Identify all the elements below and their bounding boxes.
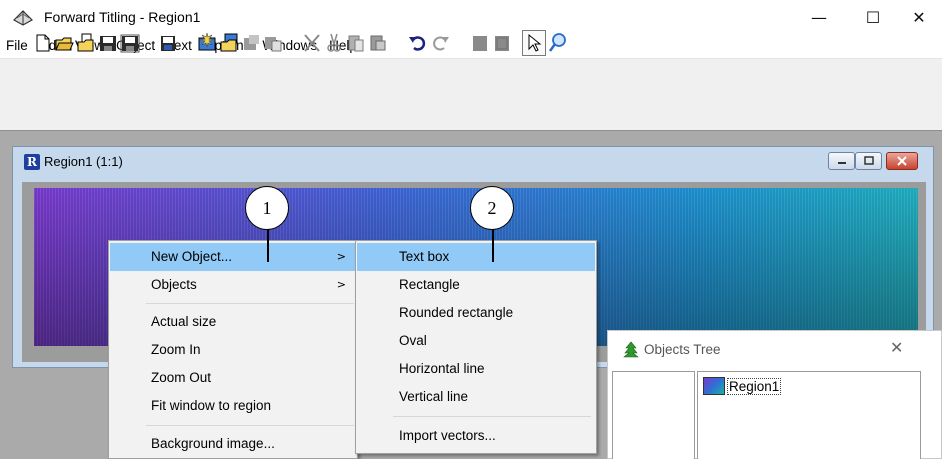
region-icon: R <box>24 154 40 170</box>
window-title: Forward Titling - Region1 <box>44 9 201 25</box>
menu-item-label: Oval <box>399 333 427 348</box>
menu-item-text-box[interactable]: Text box <box>357 243 595 271</box>
menu-item-import-vectors[interactable]: Import vectors... <box>357 422 595 450</box>
region-window-title: Region1 (1:1) <box>44 154 123 169</box>
menu-item-rectangle[interactable]: Rectangle <box>357 271 595 299</box>
menu-item-fit-window[interactable]: Fit window to region <box>110 392 356 420</box>
menu-item-vertical-line[interactable]: Vertical line <box>357 383 595 411</box>
undo-icon[interactable] <box>408 32 428 54</box>
menu-separator <box>146 425 354 426</box>
open-template-icon[interactable] <box>76 32 96 54</box>
menu-item-actual-size[interactable]: Actual size <box>110 308 356 336</box>
callout-1: 1 <box>245 186 289 230</box>
region-maximize-button[interactable] <box>855 152 882 170</box>
region-minimize-button[interactable] <box>828 152 855 170</box>
objects-tree-title: Objects Tree <box>644 342 721 357</box>
paste-icon[interactable] <box>346 32 366 54</box>
menu-item-label: Rectangle <box>399 277 460 292</box>
menu-item-horizontal-line[interactable]: Horizontal line <box>357 355 595 383</box>
zoom-icon[interactable] <box>548 32 568 54</box>
menu-separator <box>393 416 591 417</box>
maximize-icon <box>863 156 874 165</box>
minimize-icon <box>837 162 846 164</box>
new-project-icon[interactable] <box>197 32 217 54</box>
save-icon[interactable] <box>98 32 118 54</box>
menu-item-label: Zoom In <box>151 342 201 357</box>
menu-item-objects[interactable]: Objects > <box>110 271 356 299</box>
copy-icon[interactable] <box>324 32 344 54</box>
menu-item-label: Horizontal line <box>399 361 485 376</box>
menu-item-label: Text box <box>399 249 450 264</box>
menu-file[interactable]: File <box>0 34 34 58</box>
redo-icon[interactable] <box>430 32 450 54</box>
menu-item-label: Import vectors... <box>399 428 496 443</box>
minimize-button[interactable]: — <box>796 0 842 34</box>
close-icon <box>897 156 907 166</box>
paste-special-icon[interactable] <box>368 32 388 54</box>
export-icon[interactable] <box>241 32 261 54</box>
bring-front-icon[interactable] <box>470 32 490 54</box>
open-project-icon[interactable] <box>219 32 239 54</box>
objects-tree-close-button[interactable]: ✕ <box>890 338 903 357</box>
region-close-button[interactable] <box>886 152 918 170</box>
menu-item-label: Rounded rectangle <box>399 305 514 320</box>
menu-item-label: Background image... <box>151 436 275 451</box>
open-icon[interactable] <box>54 32 74 54</box>
tree-node-region1[interactable]: Region1 <box>727 378 782 395</box>
callout-2-leader <box>492 229 494 262</box>
pointer-icon[interactable] <box>524 32 544 54</box>
callout-1-leader <box>267 229 269 262</box>
new-icon[interactable] <box>33 32 53 54</box>
menu-item-rounded-rectangle[interactable]: Rounded rectangle <box>357 299 595 327</box>
callout-2: 2 <box>470 186 514 230</box>
menu-item-zoom-in[interactable]: Zoom In <box>110 336 356 364</box>
app-icon <box>13 10 33 26</box>
menu-item-label: Actual size <box>151 314 217 329</box>
export-image-icon[interactable] <box>263 32 283 54</box>
menu-item-background-image[interactable]: Background image... <box>110 430 356 458</box>
toolbar <box>0 58 942 130</box>
menu-item-label: Fit window to region <box>151 398 272 413</box>
submenu-arrow-icon: > <box>336 250 346 263</box>
menu-item-oval[interactable]: Oval <box>357 327 595 355</box>
tree-icon <box>623 341 639 358</box>
menu-separator <box>146 303 354 304</box>
submenu-arrow-icon: > <box>336 278 346 291</box>
menu-item-zoom-out[interactable]: Zoom Out <box>110 364 356 392</box>
objects-tree-left-pane <box>612 371 695 459</box>
menu-item-label: Zoom Out <box>151 370 212 385</box>
maximize-button[interactable]: ☐ <box>850 0 896 34</box>
menu-item-label: Vertical line <box>399 389 469 404</box>
region-node-icon <box>703 377 725 395</box>
cut-icon[interactable] <box>302 32 322 54</box>
send-back-icon[interactable] <box>492 32 512 54</box>
menu-item-label: Objects <box>151 277 197 292</box>
menu-item-label: New Object... <box>151 249 233 264</box>
save-blue-icon[interactable] <box>158 32 178 54</box>
menu-item-new-object[interactable]: New Object... > <box>110 243 356 271</box>
save-all-icon[interactable] <box>120 32 140 54</box>
close-button[interactable]: ✕ <box>896 0 942 34</box>
